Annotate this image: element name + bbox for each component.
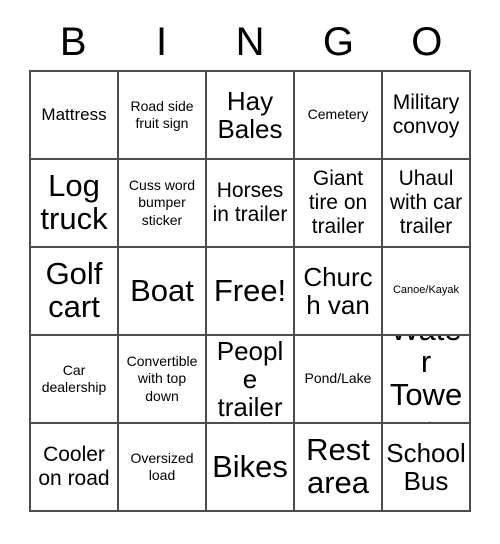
bingo-cell[interactable]: Mattress <box>31 72 119 160</box>
bingo-cell[interactable]: Canoe/Kayak <box>383 248 471 336</box>
bingo-cell[interactable]: Giant tire on trailer <box>295 160 383 248</box>
bingo-cell[interactable]: Pond/Lake <box>295 336 383 424</box>
bingo-cell[interactable]: Cooler on road <box>31 424 119 512</box>
bingo-cell[interactable]: Road side fruit sign <box>119 72 207 160</box>
bingo-cell-label: Military convoy <box>392 91 460 138</box>
bingo-cell[interactable]: Cemetery <box>295 72 383 160</box>
bingo-cell-label: Hay Bales <box>217 85 283 144</box>
bingo-cell-label: Cuss word bumper sticker <box>128 177 196 228</box>
bingo-cell[interactable]: Log truck <box>31 160 119 248</box>
bingo-cell-label: Boat <box>130 272 194 308</box>
bingo-cell-label: Oversized load <box>130 449 194 483</box>
bingo-cell[interactable]: Bikes <box>207 424 295 512</box>
bingo-cell-label: Road side fruit sign <box>130 97 194 131</box>
bingo-cell-label: Pond/Lake <box>304 370 372 387</box>
header-letter-o: O <box>411 20 443 64</box>
bingo-cell-label: Water Tower <box>389 336 463 422</box>
bingo-cell-label: Bikes <box>212 448 288 484</box>
bingo-cell-label: Free! <box>213 272 287 308</box>
bingo-cell-label: Uhaul with car trailer <box>389 167 463 238</box>
bingo-row: Cooler on road Oversized load Bikes Rest… <box>31 424 471 512</box>
bingo-cell[interactable]: Golf cart <box>31 248 119 336</box>
bingo-cell-label: Horses in trailer <box>212 179 288 226</box>
header-letter-b: B <box>59 20 87 64</box>
bingo-row: Log truck Cuss word bumper sticker Horse… <box>31 160 471 248</box>
bingo-row: Mattress Road side fruit sign Hay Bales … <box>31 72 471 160</box>
header-letter-n: N <box>235 20 265 64</box>
bingo-cell[interactable]: Rest area <box>295 424 383 512</box>
bingo-header: B I N G O <box>29 14 471 70</box>
bingo-grid: Mattress Road side fruit sign Hay Bales … <box>29 70 471 512</box>
bingo-cell[interactable]: Hay Bales <box>207 72 295 160</box>
bingo-cell[interactable]: Church van <box>295 248 383 336</box>
bingo-cell-label: Canoe/Kayak <box>392 284 460 297</box>
header-letter-g: G <box>322 20 354 64</box>
bingo-cell-label: Cooler on road <box>38 443 110 490</box>
bingo-cell[interactable]: Uhaul with car trailer <box>383 160 471 248</box>
bingo-card: B I N G O Mattress Road side fruit sign … <box>29 14 471 512</box>
bingo-cell-label: School Bus <box>386 437 466 496</box>
bingo-cell[interactable]: Cuss word bumper sticker <box>119 160 207 248</box>
bingo-cell[interactable]: Horses in trailer <box>207 160 295 248</box>
bingo-cell-label: People trailer <box>216 336 284 423</box>
bingo-cell[interactable]: Oversized load <box>119 424 207 512</box>
bingo-row: Golf cart Boat Free! Church van Canoe/Ka… <box>31 248 471 336</box>
bingo-cell-label: Church van <box>303 261 373 320</box>
bingo-cell-label: Cemetery <box>307 106 369 123</box>
bingo-cell[interactable]: School Bus <box>383 424 471 512</box>
bingo-cell[interactable]: People trailer <box>207 336 295 424</box>
bingo-cell-label: Car dealership <box>41 361 107 395</box>
bingo-cell-free[interactable]: Free! <box>207 248 295 336</box>
bingo-row: Car dealership Convertible with top down… <box>31 336 471 424</box>
bingo-cell[interactable]: Car dealership <box>31 336 119 424</box>
bingo-cell-label: Mattress <box>41 104 107 124</box>
bingo-cell[interactable]: Water Tower <box>383 336 471 424</box>
bingo-cell-label: Golf cart <box>45 256 103 324</box>
bingo-cell-label: Convertible with top down <box>126 353 198 404</box>
bingo-cell-label: Giant tire on trailer <box>308 167 368 238</box>
bingo-cell[interactable]: Convertible with top down <box>119 336 207 424</box>
bingo-cell[interactable]: Military convoy <box>383 72 471 160</box>
bingo-cell-label: Rest area <box>306 432 370 500</box>
bingo-cell[interactable]: Boat <box>119 248 207 336</box>
bingo-cell-label: Log truck <box>40 168 108 236</box>
header-letter-i: I <box>156 20 168 64</box>
